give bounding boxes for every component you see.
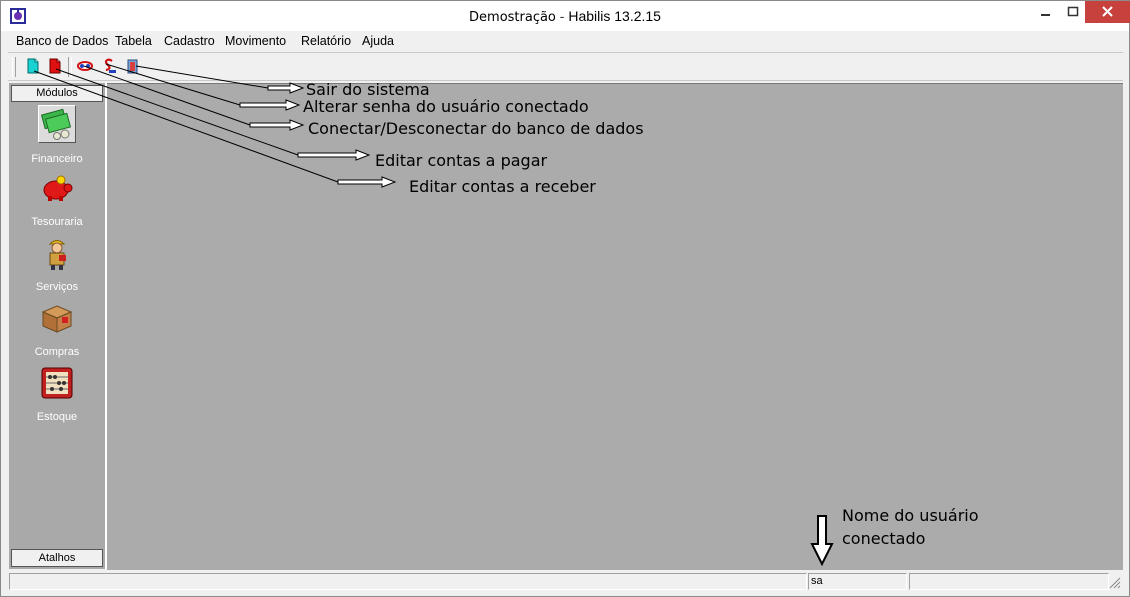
title-bar: Demostração - Habilis 13.2.15: [1, 1, 1130, 31]
menu-movimento[interactable]: Movimento: [225, 34, 286, 48]
sidebar-header-modulos[interactable]: Módulos: [11, 85, 103, 102]
module-compras-label: Compras: [34, 346, 80, 358]
box-icon: [41, 305, 73, 333]
menu-ajuda[interactable]: Ajuda: [362, 34, 394, 48]
status-panel-extra: [909, 573, 1109, 590]
toolbar-separator: [68, 57, 72, 77]
annotation-user-line1: Nome do usuário: [842, 506, 979, 525]
status-panel-main: [9, 573, 807, 590]
module-servicos[interactable]: Serviços: [9, 235, 105, 293]
toolbar: [8, 54, 1123, 81]
maximize-button[interactable]: [1059, 1, 1087, 23]
annotation-user-line2: conectado: [842, 529, 926, 548]
window-title-separator: -: [559, 8, 565, 24]
menu-cadastro[interactable]: Cadastro: [164, 34, 215, 48]
menu-tabela[interactable]: Tabela: [115, 34, 152, 48]
exit-icon[interactable]: [124, 57, 142, 75]
close-icon: [1102, 6, 1113, 17]
worker-icon: [48, 240, 66, 270]
close-button[interactable]: [1085, 1, 1130, 23]
annotation-password: Alterar senha do usuário conectado: [303, 97, 589, 116]
sidebar-footer-atalhos[interactable]: Atalhos: [11, 549, 103, 567]
contas-receber-icon[interactable]: [24, 57, 42, 75]
annotation-connect: Conectar/Desconectar do banco de dados: [308, 119, 644, 138]
module-tesouraria-label: Tesouraria: [31, 216, 83, 228]
window-title: Demostração - Habilis 13.2.15: [1, 8, 1129, 25]
annotation-pagar: Editar contas a pagar: [375, 151, 548, 170]
menu-relatorio[interactable]: Relatório: [301, 34, 351, 48]
piggy-bank-icon: [43, 175, 73, 201]
window-title-doc: Demostração: [469, 10, 556, 25]
menu-bar: Banco de Dados Tabela Cadastro Movimento…: [8, 31, 1123, 53]
mdi-workspace: [107, 83, 1123, 570]
minimize-button[interactable]: [1031, 1, 1059, 23]
status-panel-user: sa: [808, 573, 907, 590]
maximize-icon: [1067, 6, 1079, 17]
resize-grip-icon[interactable]: [1109, 577, 1121, 589]
window-title-app: Habilis 13.2.15: [568, 8, 661, 24]
module-estoque[interactable]: Estoque: [9, 365, 105, 423]
abacus-icon: [41, 367, 73, 399]
modules-sidebar: Módulos Financeiro Tesouraria Serviços C…: [9, 83, 107, 569]
module-tesouraria[interactable]: Tesouraria: [9, 170, 105, 228]
toolbar-grip[interactable]: [12, 57, 16, 77]
annotation-receber: Editar contas a receber: [409, 177, 596, 196]
module-estoque-label: Estoque: [36, 411, 78, 423]
status-bar: sa: [8, 571, 1123, 591]
password-icon[interactable]: [100, 57, 118, 75]
menu-banco-de-dados[interactable]: Banco de Dados: [16, 34, 108, 48]
minimize-icon: [1041, 14, 1050, 16]
money-icon: [38, 105, 76, 143]
module-financeiro-label: Financeiro: [31, 153, 83, 165]
module-compras[interactable]: Compras: [9, 300, 105, 358]
contas-pagar-icon[interactable]: [46, 57, 64, 75]
module-financeiro[interactable]: Financeiro: [9, 105, 105, 165]
database-connect-icon[interactable]: [76, 57, 94, 75]
module-servicos-label: Serviços: [35, 281, 79, 293]
